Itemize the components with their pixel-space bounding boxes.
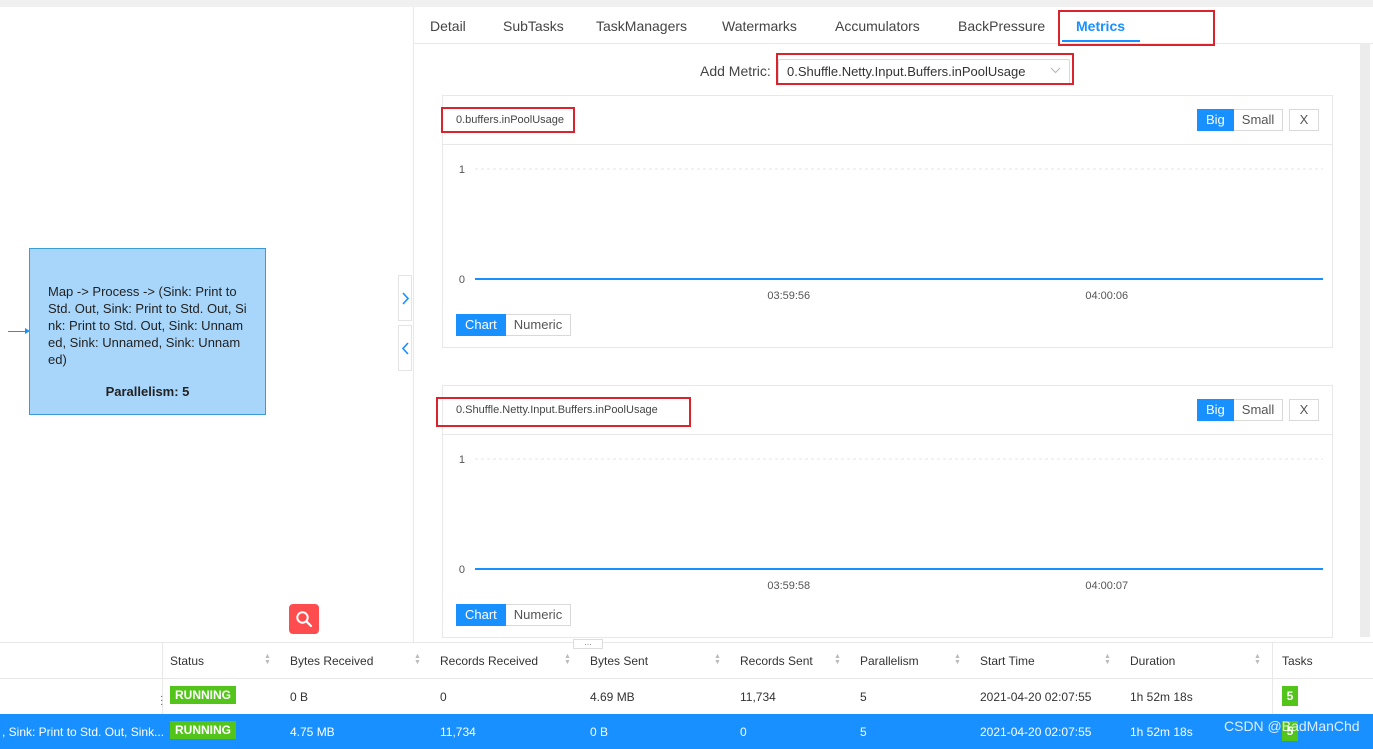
graph-node-parallelism: Parallelism: 5 (105, 384, 190, 399)
x-tick-label: 03:59:58 (767, 580, 810, 592)
vertex-table: ... Status Bytes Received Records Receiv… (0, 638, 1373, 749)
active-tab-indicator (1062, 40, 1140, 42)
small-button[interactable]: Small (1233, 399, 1284, 421)
metric-card: 0.buffers.inPoolUsage Big Small X 1 0 03:5… (442, 95, 1333, 348)
chevron-down-icon (1050, 63, 1061, 77)
column-header-records-sent[interactable]: Records Sent (740, 654, 813, 668)
metric-line-chart: 1 0 03:59:58 04:00:07 (459, 454, 1323, 592)
records-sent-cell: 0 (740, 725, 747, 739)
sort-icon[interactable]: ▲ ▼ (834, 653, 841, 666)
add-metric-select[interactable]: 0.Shuffle.Netty.Input.Buffers.inPoolUsag… (778, 59, 1070, 85)
x-tick-label: 03:59:56 (767, 290, 810, 302)
tab-backpressure[interactable]: BackPressure (958, 18, 1045, 34)
graph-edge-arrow (8, 328, 30, 334)
metric-card: 0.Shuffle.Netty.Input.Buffers.inPoolUsag… (442, 385, 1333, 638)
status-badge: RUNNING (170, 721, 236, 739)
view-toggle: Chart Numeric (456, 314, 572, 336)
column-header-tasks: Tasks (1282, 654, 1313, 668)
small-button[interactable]: Small (1233, 109, 1284, 131)
metric-line-chart: 1 0 03:59:56 04:00:06 (459, 164, 1323, 302)
metric-card-title: 0.Shuffle.Netty.Input.Buffers.inPoolUsag… (456, 404, 658, 416)
parallelism-cell: 5 (860, 725, 867, 739)
add-metric-value: 0.Shuffle.Netty.Input.Buffers.inPoolUsag… (787, 64, 1026, 79)
tasks-badge: 5 (1282, 686, 1298, 706)
chevron-right-icon[interactable] (398, 275, 412, 321)
sort-icon[interactable]: ▲ ▼ (1254, 653, 1261, 666)
close-metric-button[interactable]: X (1289, 399, 1319, 421)
sort-icon[interactable]: ▲ ▼ (564, 653, 571, 666)
search-icon[interactable] (289, 604, 319, 634)
add-metric-label: Add Metric: (700, 63, 771, 79)
bytes-received-cell: 0 B (290, 690, 309, 704)
vertex-detail-panel: Detail SubTasks TaskManagers Watermarks … (414, 7, 1373, 642)
y-tick-label: 0 (459, 274, 465, 286)
view-toggle: Chart Numeric (456, 604, 572, 626)
records-received-cell: 11,734 (440, 725, 476, 739)
big-button[interactable]: Big (1197, 399, 1234, 421)
metrics-scrollbar[interactable] (1360, 43, 1370, 637)
chart-view-button[interactable]: Chart (456, 604, 506, 626)
table-header: Status Bytes Received Records Received B… (0, 643, 1373, 679)
numeric-view-button[interactable]: Numeric (505, 604, 572, 626)
detail-tabs: Detail SubTasks TaskManagers Watermarks … (414, 7, 1373, 44)
y-tick-label: 1 (459, 164, 465, 176)
sort-icon[interactable]: ▲ ▼ (714, 653, 721, 666)
chevron-left-icon[interactable] (398, 325, 412, 371)
records-sent-cell: 11,734 (740, 690, 776, 704)
column-header-start-time[interactable]: Start Time (980, 654, 1035, 668)
size-toggle: Big Small (1197, 399, 1284, 421)
x-tick-label: 04:00:06 (1085, 290, 1128, 302)
y-tick-label: 0 (459, 564, 465, 576)
sort-icon[interactable]: ▲ ▼ (414, 653, 421, 666)
bytes-received-cell: 4.75 MB (290, 725, 335, 739)
row-name: , Sink: Print to Std. Out, Sink... (2, 725, 165, 739)
x-tick-label: 04:00:07 (1085, 580, 1128, 592)
column-header-duration[interactable]: Duration (1130, 654, 1175, 668)
table-row[interactable]: RUNNING 0 B 0 4.69 MB 11,734 5 2021-04-2… (0, 679, 1373, 714)
size-toggle: Big Small (1197, 109, 1284, 131)
column-header-bytes-sent[interactable]: Bytes Sent (590, 654, 648, 668)
tab-watermarks[interactable]: Watermarks (722, 18, 797, 34)
tab-taskmanagers[interactable]: TaskManagers (596, 18, 687, 34)
duration-cell: 1h 52m 18s (1130, 690, 1193, 704)
watermark-text: CSDN @BadManChd (1224, 718, 1360, 734)
column-header-bytes-received[interactable]: Bytes Received (290, 654, 373, 668)
tab-detail[interactable]: Detail (430, 18, 466, 34)
column-header-records-received[interactable]: Records Received (440, 654, 538, 668)
chart-view-button[interactable]: Chart (456, 314, 506, 336)
column-header-parallelism[interactable]: Parallelism (860, 654, 919, 668)
metric-card-header: 0.Shuffle.Netty.Input.Buffers.inPoolUsag… (443, 386, 1332, 435)
metric-card-header: 0.buffers.inPoolUsage Big Small X (443, 96, 1332, 145)
status-badge: RUNNING (170, 686, 236, 704)
column-header-status[interactable]: Status (170, 654, 204, 668)
sort-icon[interactable]: ▲ ▼ (1104, 653, 1111, 666)
graph-node-name: Map -> Process -> (Sink: Print to Std. O… (48, 284, 247, 367)
y-tick-label: 1 (459, 454, 465, 466)
tab-metrics[interactable]: Metrics (1076, 18, 1125, 34)
start-time-cell: 2021-04-20 02:07:55 (980, 725, 1092, 739)
big-button[interactable]: Big (1197, 109, 1234, 131)
duration-cell: 1h 52m 18s (1130, 725, 1193, 739)
tab-subtasks[interactable]: SubTasks (503, 18, 564, 34)
graph-node[interactable]: Map -> Process -> (Sink: Print to Std. O… (29, 248, 266, 415)
numeric-view-button[interactable]: Numeric (505, 314, 572, 336)
close-metric-button[interactable]: X (1289, 109, 1319, 131)
bytes-sent-cell: 0 B (590, 725, 609, 739)
metric-card-title: 0.buffers.inPoolUsage (456, 114, 565, 126)
sort-icon[interactable]: ▲ ▼ (264, 653, 271, 666)
more-icon[interactable]: · · · (160, 692, 163, 710)
parallelism-cell: 5 (860, 690, 867, 704)
start-time-cell: 2021-04-20 02:07:55 (980, 690, 1092, 704)
records-received-cell: 0 (440, 690, 447, 704)
job-graph-panel[interactable]: Map -> Process -> (Sink: Print to Std. O… (0, 7, 414, 642)
tab-accumulators[interactable]: Accumulators (835, 18, 920, 34)
table-row[interactable]: , Sink: Print to Std. Out, Sink... RUNNI… (0, 714, 1373, 749)
bytes-sent-cell: 4.69 MB (590, 690, 635, 704)
sort-icon[interactable]: ▲ ▼ (954, 653, 961, 666)
